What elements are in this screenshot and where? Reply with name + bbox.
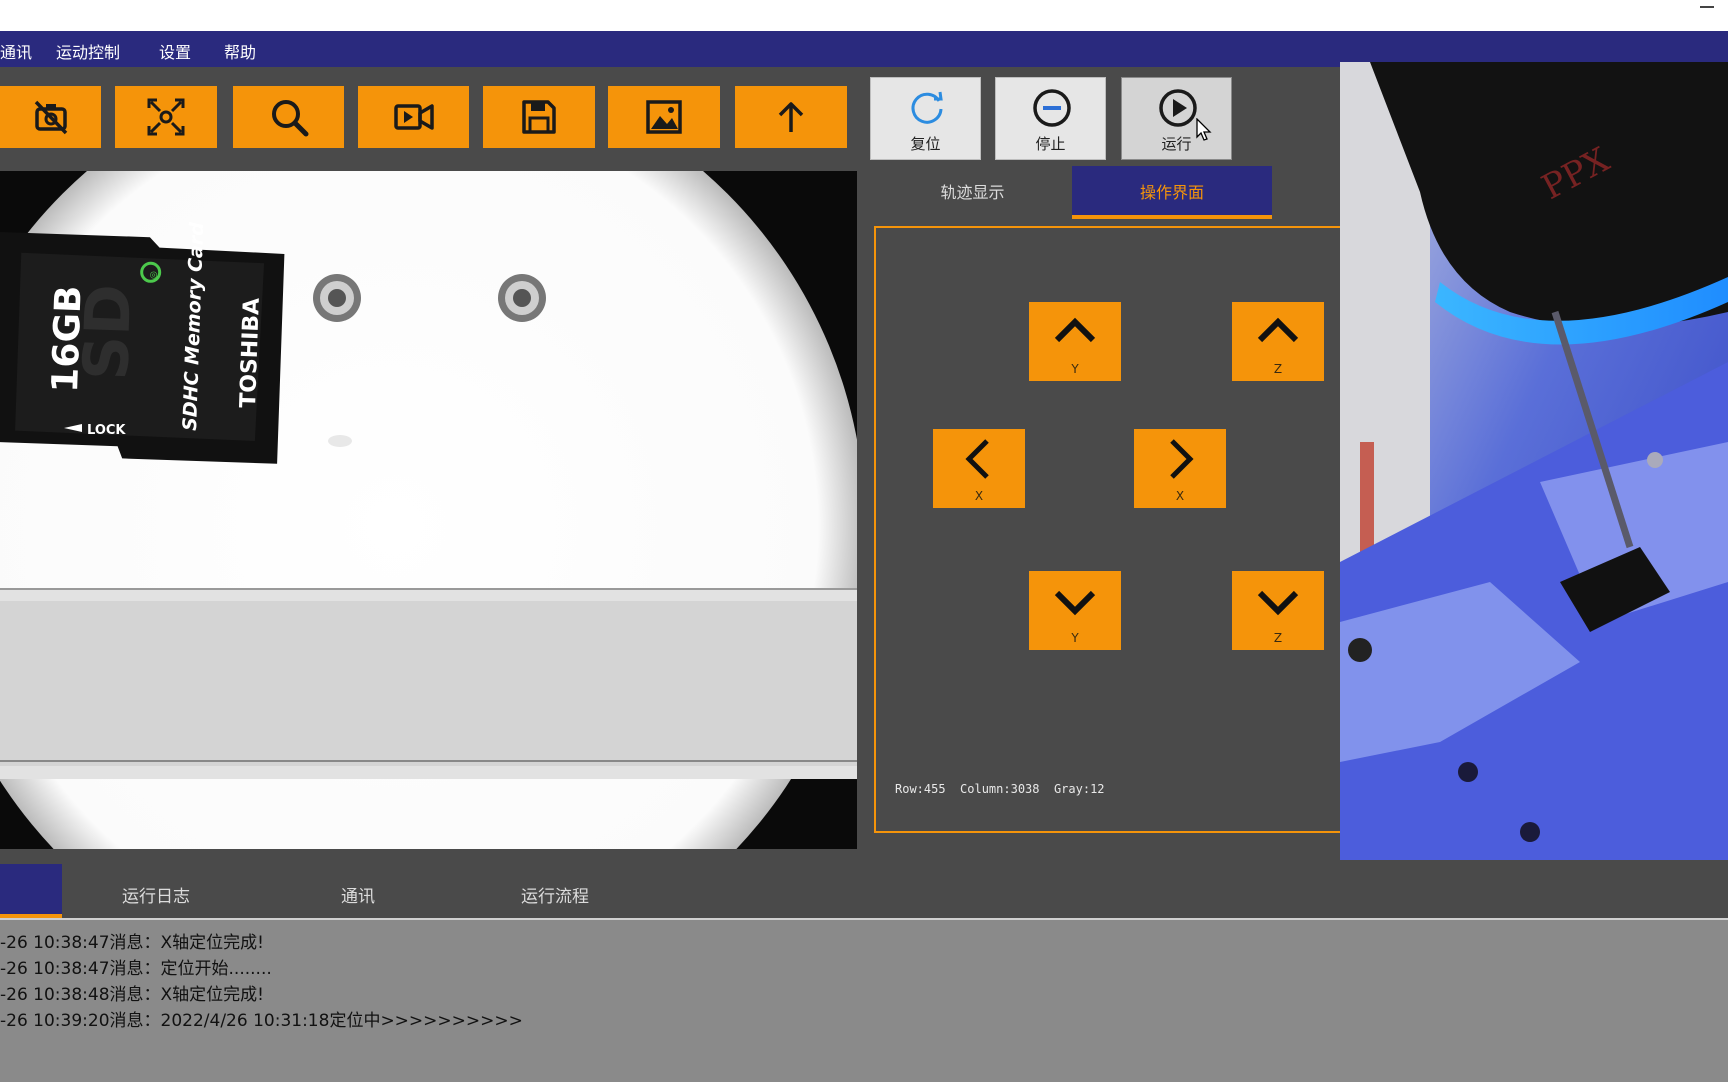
tab-run-log[interactable]: 运行日志 bbox=[122, 882, 190, 907]
inspection-image: ◎ 16GB SD SDHC Memory Card TOSHIBA LOCK bbox=[0, 171, 857, 849]
save-icon bbox=[522, 100, 556, 134]
log-line: -26 10:38:47消息：定位开始........ bbox=[0, 959, 272, 979]
jog-x-minus-button[interactable]: X bbox=[933, 429, 1025, 508]
upload-arrow-icon bbox=[778, 102, 804, 132]
tab-operation[interactable]: 操作界面 bbox=[1072, 166, 1272, 219]
svg-text:SD: SD bbox=[69, 283, 145, 382]
camera-photo: PPX bbox=[1340, 62, 1728, 884]
jog-z-plus-button[interactable]: Z bbox=[1232, 302, 1324, 381]
zoom-button[interactable] bbox=[233, 86, 344, 148]
chevron-down-icon bbox=[1054, 590, 1096, 616]
jog-x-plus-label: X bbox=[1175, 489, 1185, 503]
chevron-up-icon bbox=[1054, 317, 1096, 343]
image-viewer[interactable]: ◎ 16GB SD SDHC Memory Card TOSHIBA LOCK bbox=[0, 171, 857, 849]
tab-communication[interactable]: 通讯 bbox=[341, 882, 375, 907]
stop-button[interactable]: 停止 bbox=[995, 77, 1106, 160]
jog-y-plus-label: Y bbox=[1071, 362, 1079, 376]
chevron-right-icon bbox=[1170, 439, 1194, 479]
stop-icon bbox=[1033, 89, 1071, 127]
save-button[interactable] bbox=[483, 86, 595, 148]
camera-off-button[interactable] bbox=[0, 86, 101, 148]
minimize-icon[interactable] bbox=[1700, 6, 1714, 8]
log-line: -26 10:38:47消息：X轴定位完成! bbox=[0, 933, 264, 953]
title-bar bbox=[0, 0, 1728, 31]
chevron-down-icon bbox=[1257, 590, 1299, 616]
tab-trajectory[interactable]: 轨迹显示 bbox=[873, 166, 1072, 219]
jog-x-minus-label: X bbox=[974, 489, 984, 503]
zoom-icon bbox=[271, 100, 308, 137]
pixel-readout: Row:455 Column:3038 Gray:12 bbox=[895, 782, 1105, 796]
reset-label: 复位 bbox=[910, 135, 941, 153]
run-button[interactable]: 运行 bbox=[1121, 77, 1232, 160]
refresh-icon bbox=[911, 91, 943, 124]
menu-item-motion[interactable]: 运动控制 bbox=[56, 39, 120, 63]
video-button[interactable] bbox=[358, 86, 469, 148]
play-icon bbox=[1159, 89, 1197, 127]
menu-item-comm[interactable]: 通讯 bbox=[0, 39, 32, 63]
jog-z-plus-label: Z bbox=[1273, 362, 1283, 376]
image-icon bbox=[646, 100, 682, 134]
tab-active-blank[interactable] bbox=[0, 864, 62, 919]
jog-y-plus-button[interactable]: Y bbox=[1029, 302, 1121, 381]
bottom-tabs bbox=[0, 860, 1728, 918]
svg-text:◎: ◎ bbox=[149, 270, 157, 280]
chevron-left-icon bbox=[965, 439, 989, 479]
upload-button[interactable] bbox=[735, 86, 847, 148]
log-panel: -26 10:38:47消息：X轴定位完成! -26 10:38:47消息：定位… bbox=[0, 918, 1728, 1082]
image-button[interactable] bbox=[608, 86, 720, 148]
log-line: -26 10:38:48消息：X轴定位完成! bbox=[0, 985, 264, 1005]
jog-x-plus-button[interactable]: X bbox=[1134, 429, 1226, 508]
tab-run-flow[interactable]: 运行流程 bbox=[521, 882, 589, 907]
jog-y-minus-button[interactable]: Y bbox=[1029, 571, 1121, 650]
chevron-up-icon bbox=[1257, 317, 1299, 343]
stop-label: 停止 bbox=[1035, 135, 1066, 153]
jog-z-minus-button[interactable]: Z bbox=[1232, 571, 1324, 650]
fit-view-button[interactable] bbox=[115, 86, 217, 148]
jog-y-minus-label: Y bbox=[1071, 631, 1079, 645]
panel-tabs: 轨迹显示 操作界面 bbox=[873, 166, 1340, 219]
jog-z-minus-label: Z bbox=[1273, 631, 1283, 645]
camera-off-icon bbox=[34, 100, 67, 135]
video-icon bbox=[393, 104, 434, 130]
card-lock-text: LOCK bbox=[87, 423, 126, 438]
menu-item-settings[interactable]: 设置 bbox=[159, 39, 191, 63]
fit-screen-icon bbox=[147, 98, 185, 136]
run-label: 运行 bbox=[1161, 135, 1192, 153]
menu-item-help[interactable]: 帮助 bbox=[224, 39, 256, 63]
reset-button[interactable]: 复位 bbox=[870, 77, 981, 160]
card-brand-text: TOSHIBA bbox=[236, 297, 265, 408]
mouse-cursor-icon bbox=[1196, 118, 1212, 141]
log-line: -26 10:39:20消息：2022/4/26 10:31:18定位中>>>>… bbox=[0, 1011, 523, 1031]
